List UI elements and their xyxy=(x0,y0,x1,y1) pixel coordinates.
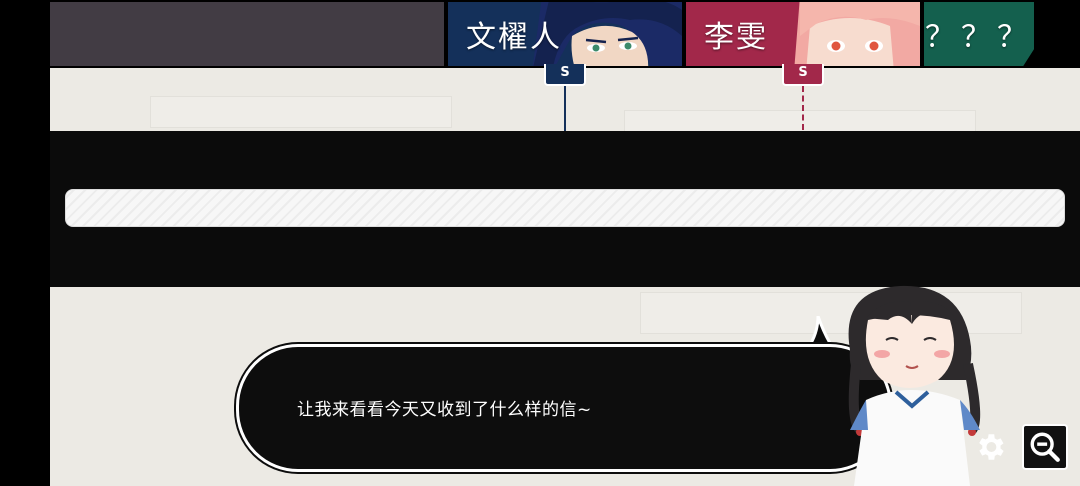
tab-name-li: 李雯 xyxy=(704,20,768,55)
route-marker-wen: S xyxy=(544,64,586,86)
progress-bar xyxy=(65,189,1065,227)
zoom-out-button[interactable] xyxy=(1022,424,1068,470)
tab-character-unknown[interactable]: ？？？ xyxy=(924,2,1034,66)
character-tab-bar: 文櫂人 李雯 ？？？ xyxy=(50,0,1080,68)
settings-button[interactable] xyxy=(967,424,1013,470)
tab-empty[interactable] xyxy=(50,2,444,66)
tab-name-wen: 文櫂人 xyxy=(466,20,562,55)
tab-character-li[interactable]: 李雯 xyxy=(686,2,920,66)
dialogue-text: 让我来看看今天又收到了什么样的信~ xyxy=(297,400,592,420)
dialogue-bubble[interactable]: 让我来看看今天又收到了什么样的信~ xyxy=(236,344,892,472)
route-line-li xyxy=(802,86,804,130)
tab-name-unknown: ？？？ xyxy=(925,20,1033,55)
route-marker-li: S xyxy=(782,64,824,86)
gear-icon xyxy=(979,434,1004,460)
zoom-out-icon xyxy=(1030,432,1060,462)
character-portrait-li xyxy=(794,2,920,66)
route-line-wen xyxy=(564,86,566,132)
background-paper xyxy=(150,96,452,128)
progress-band xyxy=(50,131,1080,287)
tab-character-wen[interactable]: 文櫂人 xyxy=(448,2,682,66)
game-stage: 文櫂人 李雯 ？？？ S S 让我来看看今天又收到了什么样的信~ xyxy=(50,0,1080,486)
